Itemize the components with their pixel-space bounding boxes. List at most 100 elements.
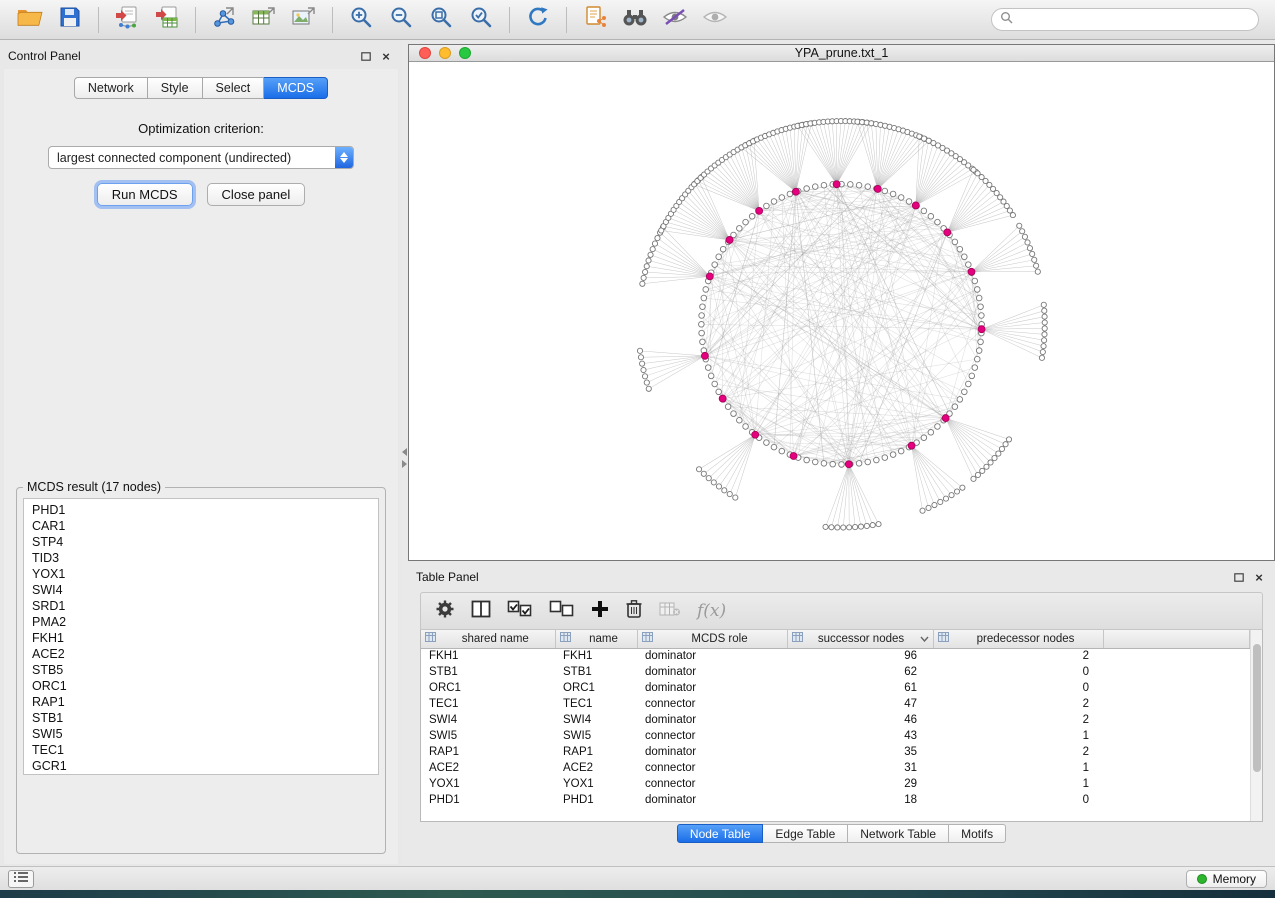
table-scrollbar[interactable] [1250, 630, 1262, 821]
export-network-button[interactable] [575, 4, 615, 36]
network-window-titlebar[interactable]: YPA_prune.txt_1 [409, 45, 1274, 62]
cell-shared-name[interactable]: STB1 [421, 664, 555, 680]
open-folder-button[interactable] [10, 4, 50, 36]
cell-mcds-role[interactable]: connector [637, 696, 787, 712]
cell-successor-nodes[interactable]: 31 [787, 760, 933, 776]
mcds-result-item[interactable]: SRD1 [32, 598, 378, 614]
cell-shared-name[interactable]: FKH1 [421, 648, 555, 664]
delete-column-button[interactable] [625, 599, 643, 624]
cell-successor-nodes[interactable]: 61 [787, 680, 933, 696]
new-table-button[interactable] [244, 4, 284, 36]
column-header-predecessor-nodes[interactable]: predecessor nodes [933, 630, 1103, 648]
cell-successor-nodes[interactable]: 46 [787, 712, 933, 728]
cell-predecessor-nodes[interactable]: 1 [933, 760, 1103, 776]
import-network-button[interactable] [107, 4, 147, 36]
mcds-result-item[interactable]: YOX1 [32, 566, 378, 582]
cell-successor-nodes[interactable]: 18 [787, 792, 933, 808]
show-columns-button[interactable] [471, 600, 491, 623]
cell-shared-name[interactable]: SWI5 [421, 728, 555, 744]
cell-successor-nodes[interactable]: 29 [787, 776, 933, 792]
table-options-button[interactable] [435, 599, 455, 624]
cell-predecessor-nodes[interactable]: 1 [933, 776, 1103, 792]
tab-style[interactable]: Style [148, 77, 203, 99]
search-network-button[interactable] [615, 4, 655, 36]
cell-name[interactable]: FKH1 [555, 648, 637, 664]
cell-name[interactable]: SWI4 [555, 712, 637, 728]
float-table-panel-icon[interactable] [1231, 569, 1247, 585]
cell-successor-nodes[interactable]: 35 [787, 744, 933, 760]
sort-chevron-down-icon[interactable] [920, 633, 929, 645]
close-panel-icon[interactable]: × [378, 48, 394, 64]
mcds-result-item[interactable]: ACE2 [32, 646, 378, 662]
mcds-result-item[interactable]: FKH1 [32, 630, 378, 646]
mcds-result-item[interactable]: PMA2 [32, 614, 378, 630]
run-mcds-button[interactable]: Run MCDS [97, 183, 193, 206]
cell-successor-nodes[interactable]: 43 [787, 728, 933, 744]
network-graph[interactable] [409, 62, 1274, 560]
cell-mcds-role[interactable]: connector [637, 728, 787, 744]
function-builder-button[interactable]: f(x) [697, 601, 726, 621]
mcds-result-item[interactable]: TEC1 [32, 742, 378, 758]
cell-predecessor-nodes[interactable]: 2 [933, 696, 1103, 712]
cell-shared-name[interactable]: ORC1 [421, 680, 555, 696]
cell-predecessor-nodes[interactable]: 2 [933, 712, 1103, 728]
tab-mcds[interactable]: MCDS [264, 77, 328, 99]
export-image-button[interactable] [284, 4, 324, 36]
create-column-button[interactable] [591, 600, 609, 623]
tab-select[interactable]: Select [203, 77, 265, 99]
cell-shared-name[interactable]: TEC1 [421, 696, 555, 712]
cell-shared-name[interactable]: YOX1 [421, 776, 555, 792]
cell-name[interactable]: YOX1 [555, 776, 637, 792]
mcds-result-item[interactable]: SWI5 [32, 726, 378, 742]
table-row[interactable]: SWI5 SWI5 connector 43 1 [421, 728, 1250, 744]
save-session-button[interactable] [50, 4, 90, 36]
table-scrollbar-thumb[interactable] [1253, 644, 1261, 772]
table-row[interactable]: ORC1 ORC1 dominator 61 0 [421, 680, 1250, 696]
table-row[interactable]: PHD1 PHD1 dominator 18 0 [421, 792, 1250, 808]
mcds-result-item[interactable]: SWI4 [32, 582, 378, 598]
table-row[interactable]: FKH1 FKH1 dominator 96 2 [421, 648, 1250, 664]
tab-node-table[interactable]: Node Table [677, 824, 764, 843]
tab-edge-table[interactable]: Edge Table [763, 824, 848, 843]
mcds-result-list[interactable]: PHD1 CAR1 STP4 TID3 YOX1 SWI4 SRD1 PMA2 [23, 498, 379, 775]
cell-predecessor-nodes[interactable]: 0 [933, 680, 1103, 696]
cell-predecessor-nodes[interactable]: 1 [933, 728, 1103, 744]
table-row[interactable]: STB1 STB1 dominator 62 0 [421, 664, 1250, 680]
memory-button[interactable]: Memory [1186, 870, 1267, 888]
close-table-panel-icon[interactable]: × [1251, 569, 1267, 585]
mcds-result-item[interactable]: STB1 [32, 710, 378, 726]
zoom-out-button[interactable] [381, 4, 421, 36]
cell-name[interactable]: SWI5 [555, 728, 637, 744]
zoom-fit-button[interactable] [421, 4, 461, 36]
network-canvas[interactable] [409, 62, 1274, 560]
cell-predecessor-nodes[interactable]: 2 [933, 648, 1103, 664]
mcds-result-item[interactable]: PHD1 [32, 502, 378, 518]
cell-shared-name[interactable]: ACE2 [421, 760, 555, 776]
show-details-button[interactable] [695, 4, 735, 36]
table-row[interactable]: YOX1 YOX1 connector 29 1 [421, 776, 1250, 792]
global-search-box[interactable] [991, 8, 1259, 31]
cell-mcds-role[interactable]: dominator [637, 744, 787, 760]
expand-right-icon[interactable] [402, 460, 407, 468]
deselect-all-button[interactable] [549, 600, 575, 623]
cell-shared-name[interactable]: PHD1 [421, 792, 555, 808]
cell-mcds-role[interactable]: dominator [637, 712, 787, 728]
table-row[interactable]: RAP1 RAP1 dominator 35 2 [421, 744, 1250, 760]
cell-mcds-role[interactable]: connector [637, 760, 787, 776]
criterion-dropdown[interactable]: largest connected component (undirected) [48, 146, 354, 169]
search-input[interactable] [1018, 13, 1250, 27]
table-row[interactable]: SWI4 SWI4 dominator 46 2 [421, 712, 1250, 728]
cell-name[interactable]: PHD1 [555, 792, 637, 808]
mcds-result-item[interactable]: GCR1 [32, 758, 378, 774]
cell-name[interactable]: ORC1 [555, 680, 637, 696]
table-row[interactable]: TEC1 TEC1 connector 47 2 [421, 696, 1250, 712]
cell-name[interactable]: RAP1 [555, 744, 637, 760]
cell-mcds-role[interactable]: connector [637, 776, 787, 792]
cell-predecessor-nodes[interactable]: 0 [933, 792, 1103, 808]
panel-splitter[interactable] [402, 40, 408, 866]
tab-network[interactable]: Network [74, 77, 148, 99]
tab-motifs[interactable]: Motifs [949, 824, 1006, 843]
select-all-button[interactable] [507, 600, 533, 623]
delete-table-button[interactable] [659, 601, 681, 622]
import-table-button[interactable] [147, 4, 187, 36]
